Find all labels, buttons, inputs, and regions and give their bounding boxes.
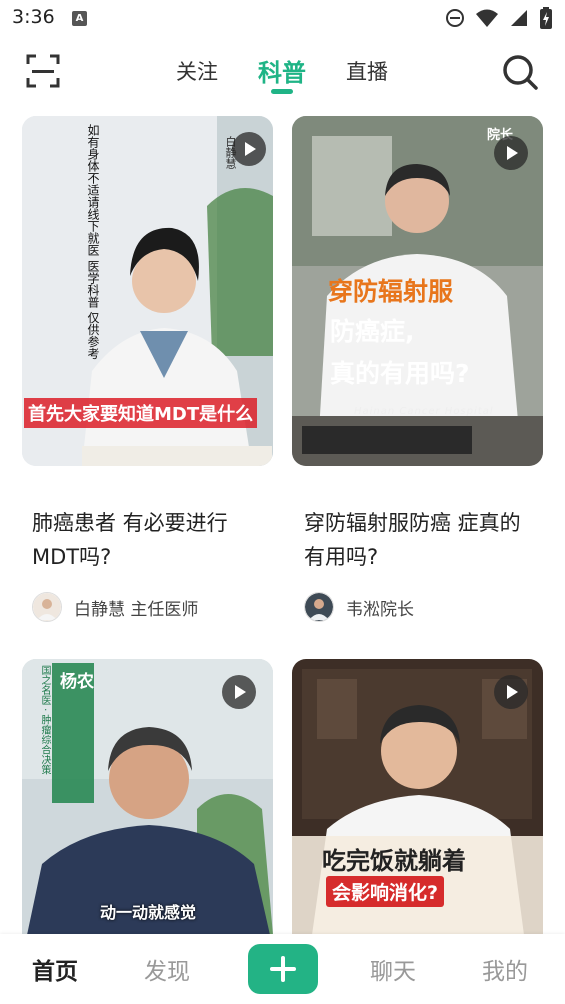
tab-science[interactable]: 科普: [258, 53, 306, 88]
doctor-name: 杨农: [60, 672, 94, 692]
author-row[interactable]: 韦淞院长: [304, 592, 414, 622]
dnd-icon: [446, 9, 464, 27]
bottom-nav: 首页 发现 聊天 我的: [0, 934, 565, 1004]
video-caption-bottom: 真的有用吗?: [330, 359, 470, 388]
nav-home[interactable]: 首页: [32, 952, 78, 986]
video-caption-top: 穿防辐射服: [328, 277, 454, 306]
video-thumbnail[interactable]: 吃完饭就躺着 会影响消化?: [292, 659, 543, 935]
nav-discover[interactable]: 发现: [144, 952, 190, 986]
avatar[interactable]: [32, 592, 62, 622]
tab-follow[interactable]: 关注: [176, 56, 218, 86]
author-row[interactable]: 白静慧 主任医师: [32, 592, 198, 622]
active-tab-indicator: [271, 89, 293, 94]
video-caption: 首先大家要知道MDT是什么: [24, 398, 258, 428]
top-nav: 关注 科普 直播: [0, 40, 565, 100]
video-caption: 动一动就感觉: [100, 903, 197, 922]
status-bar: 3:36 A: [0, 0, 565, 38]
status-icons: [445, 7, 553, 29]
video-thumbnail[interactable]: 如有身体不适请线下就医 医学科普 仅供参考 白静慧 首先大家要知道MDT是什么: [22, 116, 273, 466]
video-caption-mid: 防癌症,: [330, 317, 415, 346]
video-caption-bottom: 会影响消化?: [326, 876, 445, 907]
signal-icon: [511, 10, 527, 26]
doctor-label: 国之名医 · 肿瘤综合决策: [39, 665, 50, 775]
disclaimer-text: 如有身体不适请线下就医 医学科普 仅供参考: [86, 124, 100, 360]
nav-chat[interactable]: 聊天: [370, 952, 416, 986]
battery-icon: [540, 7, 552, 29]
author-name[interactable]: 韦淞院长: [346, 595, 414, 620]
video-thumbnail[interactable]: 穿防辐射服 防癌症, 真的有用吗? Hainan Cancer Hospital…: [292, 116, 543, 466]
play-icon: [494, 675, 528, 709]
play-icon: [494, 136, 528, 170]
video-caption-top: 吃完饭就躺着: [322, 847, 466, 875]
scan-icon[interactable]: [26, 54, 60, 88]
nav-mine[interactable]: 我的: [482, 952, 528, 986]
avatar[interactable]: [304, 592, 334, 622]
notification-icon: A: [72, 11, 87, 26]
wifi-icon: [476, 9, 498, 27]
video-title[interactable]: 肺癌患者 有必要进行MDT吗?: [32, 506, 267, 574]
hospital-text: Hainan Cancer Hospital: [354, 406, 494, 417]
status-time: 3:36: [12, 6, 55, 28]
play-icon: [222, 675, 256, 709]
play-icon: [232, 132, 266, 166]
tab-live[interactable]: 直播: [346, 56, 388, 86]
author-name[interactable]: 白静慧 主任医师: [74, 595, 198, 620]
video-thumbnail[interactable]: 杨农 国之名医 · 肿瘤综合决策 动一动就感觉: [22, 659, 273, 935]
feed-tabs: 关注 科普 直播: [170, 48, 400, 98]
video-title[interactable]: 穿防辐射服防癌 症真的有用吗?: [304, 506, 539, 574]
search-icon[interactable]: [500, 52, 540, 92]
create-button[interactable]: [248, 944, 318, 994]
